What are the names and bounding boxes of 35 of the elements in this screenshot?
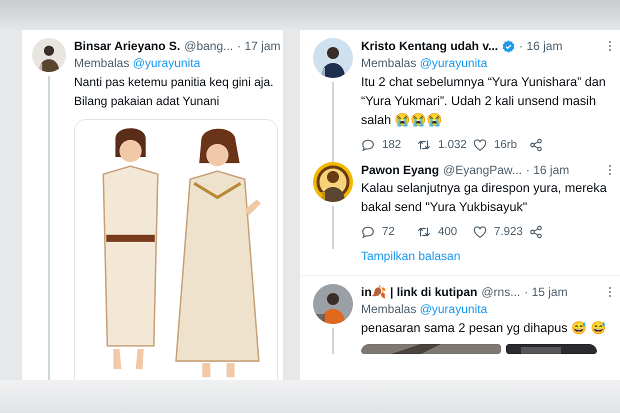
share-icon[interactable] bbox=[529, 138, 543, 152]
user-handle: @bang... bbox=[184, 38, 234, 54]
tweet-text: Nanti pas ketemu panitia keq gini aja. Bilang pakaian adat Yunani bbox=[74, 74, 274, 110]
tweet-text: Itu 2 chat sebelumnya “Yura Yunishara” dan “Yura Yukmari”. Udah 2 kali unsend masih salah 😭😭😭 bbox=[361, 74, 607, 129]
heart-icon[interactable] bbox=[473, 225, 487, 239]
stat-count: 16rb bbox=[494, 139, 518, 151]
timestamp: · 16 jam bbox=[519, 38, 562, 54]
user-handle: @EyangPaw... bbox=[443, 162, 522, 178]
more-icon[interactable] bbox=[608, 164, 612, 176]
timestamp: · 16 jam bbox=[526, 162, 570, 178]
more-icon[interactable] bbox=[608, 286, 612, 298]
replying-to-text: Membalas @yurayunita bbox=[74, 55, 202, 72]
share-icon[interactable] bbox=[529, 225, 543, 239]
stat-count: 7.923 bbox=[494, 226, 523, 238]
user-name[interactable]: in🍂 | link di kutipan bbox=[361, 284, 478, 300]
replying-to-text: Membalas @yurayunita bbox=[361, 55, 488, 72]
user-name[interactable]: Pawon Eyang bbox=[361, 162, 440, 178]
tweet-text: Kalau selanjutnya ga direspon yura, mereka bakal send "Yura Yukbisayuk" bbox=[361, 180, 608, 216]
stat-count: 72 bbox=[382, 226, 395, 238]
user-name[interactable]: Binsar Arieyano S. bbox=[74, 38, 180, 54]
tweet-text: penasaran sama 2 pesan yg dihapus 😅 😅 bbox=[361, 320, 608, 337]
retweet-icon[interactable] bbox=[417, 138, 431, 152]
heart-icon[interactable] bbox=[473, 138, 487, 152]
reply-icon[interactable] bbox=[361, 225, 375, 239]
stat-count: 400 bbox=[438, 226, 458, 238]
user-name[interactable]: Kristo Kentang udah v... bbox=[361, 38, 498, 54]
replying-to-text: Membalas @yurayunita bbox=[361, 301, 488, 318]
more-icon[interactable] bbox=[608, 40, 612, 52]
retweet-icon[interactable] bbox=[417, 225, 431, 239]
timestamp: · 15 jam bbox=[524, 284, 568, 300]
timestamp: · 17 jam bbox=[237, 38, 281, 54]
stat-count: 182 bbox=[382, 139, 402, 151]
reply-icon[interactable] bbox=[361, 138, 375, 152]
user-handle: @rns... bbox=[481, 284, 520, 300]
stat-count: 1.032 bbox=[438, 139, 467, 151]
